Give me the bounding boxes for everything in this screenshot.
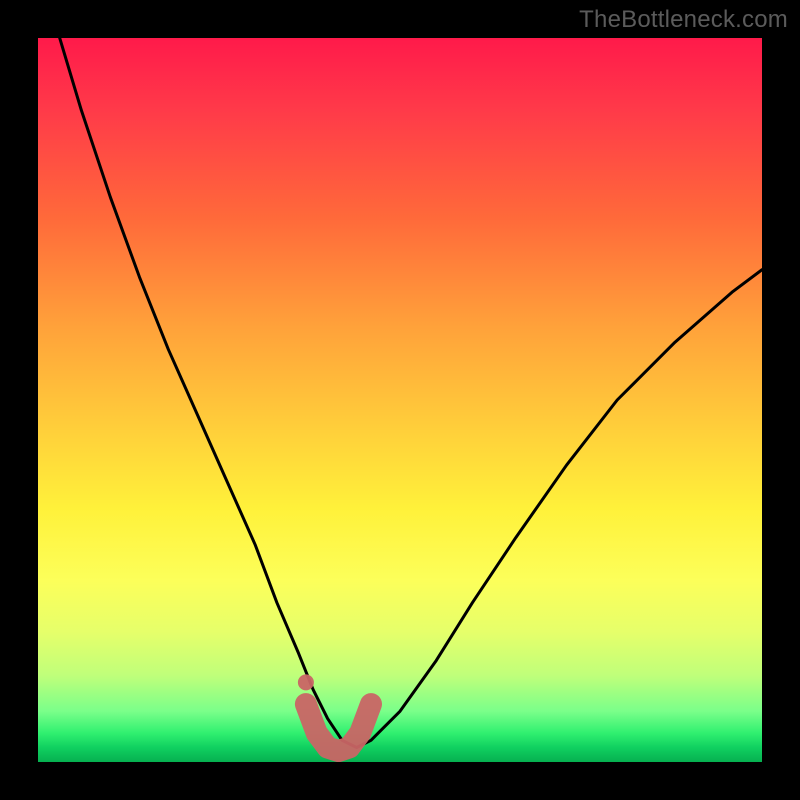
curve-layer [38,38,762,762]
watermark-text: TheBottleneck.com [579,6,788,34]
highlight-dot [298,674,314,690]
plot-area [38,38,762,762]
chart-frame: TheBottleneck.com [0,0,800,800]
highlight-band [306,704,371,751]
bottleneck-curve [60,38,762,748]
